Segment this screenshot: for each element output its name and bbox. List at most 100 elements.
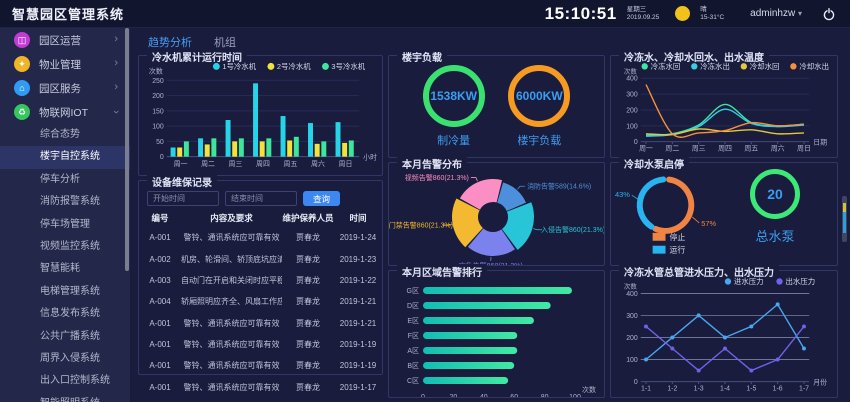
- sidebar-item-公共广播系统[interactable]: 公共广播系统: [0, 326, 130, 348]
- svg-text:周四: 周四: [718, 145, 732, 153]
- svg-text:运行: 运行: [669, 245, 685, 255]
- table-header: 内容及要求: [181, 208, 282, 227]
- svg-text:1-3: 1-3: [694, 386, 704, 393]
- sidebar-group-1[interactable]: ◫园区运营›: [0, 28, 130, 52]
- sidebar-item-出入口控制系统[interactable]: 出入口控制系统: [0, 370, 130, 392]
- svg-text:C区: C区: [407, 377, 419, 385]
- table-cell: 2019-1-19: [334, 355, 382, 376]
- svg-text:门禁告警860(21.3%): 门禁告警860(21.3%): [389, 221, 453, 230]
- svg-text:出水压力: 出水压力: [785, 276, 815, 286]
- svg-text:周五: 周五: [744, 145, 758, 153]
- table-header: 时间: [334, 208, 382, 227]
- svg-text:B区: B区: [407, 362, 419, 370]
- sidebar-item-楼宇自控系统[interactable]: 楼宇自控系统: [0, 146, 130, 168]
- total-pumps-value: 20: [767, 186, 783, 202]
- svg-text:43%: 43%: [615, 190, 630, 199]
- app-window: 智慧园区管理系统 15:10:51 星期三 2019.09.25 晴 15-31…: [0, 0, 850, 402]
- svg-text:停止: 停止: [669, 232, 685, 242]
- svg-text:1-6: 1-6: [773, 386, 783, 393]
- sidebar-group-label: 园区运营: [39, 33, 114, 48]
- date-block: 星期三 2019.09.25: [627, 6, 660, 21]
- svg-text:1-7: 1-7: [799, 386, 809, 393]
- sidebar-item-智能照明系统[interactable]: 智能照明系统: [0, 393, 130, 402]
- building-load-gauge: 6000KW 楼宇负载: [508, 65, 570, 148]
- user-menu[interactable]: adminhzw ▾: [750, 8, 802, 19]
- chevron-right-icon: ›: [114, 57, 118, 69]
- svg-text:周一: 周一: [174, 160, 188, 168]
- svg-text:80: 80: [541, 394, 549, 397]
- table-cell: 2019-1-24: [334, 227, 382, 248]
- svg-text:视频告警860(21.3%): 视频告警860(21.3%): [405, 173, 469, 182]
- sidebar-item-停车场管理[interactable]: 停车场管理: [0, 214, 130, 236]
- panel-title: 设备维保记录: [147, 174, 217, 189]
- table-cell: 贾春龙: [282, 291, 334, 312]
- svg-text:100: 100: [152, 124, 164, 131]
- sidebar-group-3[interactable]: ⌂园区服务›: [0, 76, 130, 100]
- table-row: A-001警铃、通讯系统应可靠有效贾春龙2019-1-19: [139, 355, 382, 376]
- svg-text:周三: 周三: [229, 160, 243, 168]
- svg-text:100: 100: [626, 357, 638, 364]
- page-scrollbar[interactable]: [842, 196, 847, 242]
- table-cell: 警铃、通讯系统应可靠有效: [181, 377, 282, 398]
- table-cell: 警铃、通讯系统应可靠有效: [181, 355, 282, 376]
- sidebar-group-2[interactable]: ✦物业管理›: [0, 52, 130, 76]
- svg-text:进水压力: 进水压力: [734, 276, 764, 286]
- clock: 15:10:51: [545, 4, 617, 24]
- table-cell: 贾春龙: [282, 377, 334, 398]
- table-row: A-001警铃、通讯系统应可靠有效贾春龙2019-1-19: [139, 334, 382, 355]
- end-time-input[interactable]: [225, 191, 297, 206]
- username: adminhzw: [750, 8, 795, 19]
- svg-text:300: 300: [626, 92, 638, 99]
- sidebar-group-4[interactable]: ♻物联网IOT›: [0, 100, 130, 124]
- sidebar-item-消防报警系统[interactable]: 消防报警系统: [0, 191, 130, 213]
- panel-alarm-distribution: 本月告警分布 消防告警589(14.6%)入侵告警860(21.3%)应急告警8…: [388, 162, 605, 266]
- table-cell: 轿厢照明应齐全、风扇工作应正常: [181, 291, 282, 312]
- table-row: A-001警铃、通讯系统应可靠有效贾春龙2019-1-17: [139, 377, 382, 398]
- search-button[interactable]: 查询: [303, 191, 340, 206]
- sidebar-item-信息发布系统[interactable]: 信息发布系统: [0, 303, 130, 325]
- gauge-label: 楼宇负载: [517, 132, 561, 148]
- gauge-value: 1538KW: [430, 89, 477, 103]
- panel-water-temperature: 冷冻水、冷却水回水、出水温度 冷冻水回冷冻水出冷却水回冷却水出次数0100200…: [610, 55, 838, 158]
- svg-text:周二: 周二: [665, 145, 679, 153]
- svg-text:1-2: 1-2: [667, 386, 677, 393]
- table-cell: 贾春龙: [282, 248, 334, 269]
- table-cell: A-004: [139, 291, 181, 312]
- sidebar-scrollbar[interactable]: [125, 28, 129, 271]
- table-cell: 贾春龙: [282, 227, 334, 248]
- svg-text:200: 200: [626, 107, 638, 114]
- panel-maintenance-records: 设备维保记录 查询 编号内容及要求维护保养人员时间 A-001警铃、通讯系统应可…: [138, 180, 383, 375]
- sidebar-item-视频监控系统[interactable]: 视频监控系统: [0, 236, 130, 258]
- svg-text:1-5: 1-5: [746, 386, 756, 393]
- panel-chiller-runtime: 冷水机累计运行时间 1号冷水机2号冷水机3号冷水机次数0501001502002…: [138, 55, 383, 176]
- sidebar-item-综合态势[interactable]: 综合态势: [0, 124, 130, 146]
- table-row: A-003自动门在开启和关闭时应平稳无震荡贾春龙2019-1-22: [139, 270, 382, 291]
- svg-text:0: 0: [421, 394, 425, 397]
- table-cell: 2019-1-19: [334, 334, 382, 355]
- table-cell: A-001: [139, 313, 181, 334]
- svg-text:A区: A区: [407, 347, 419, 355]
- svg-text:400: 400: [626, 76, 638, 83]
- sidebar-item-智慧能耗[interactable]: 智慧能耗: [0, 258, 130, 280]
- svg-text:次数: 次数: [582, 385, 596, 394]
- svg-text:周日: 周日: [339, 160, 353, 168]
- table-cell: 警铃、通讯系统应可靠有效: [181, 227, 282, 248]
- start-time-input[interactable]: [147, 191, 219, 206]
- table-cell: A-001: [139, 227, 181, 248]
- alarm-ranking-bar-chart: G区D区E区F区A区B区C区020406080100次数: [389, 271, 604, 397]
- svg-text:周日: 周日: [797, 145, 811, 153]
- date: 2019.09.25: [627, 14, 660, 21]
- power-button[interactable]: [822, 7, 836, 21]
- app-title: 智慧园区管理系统: [12, 4, 124, 23]
- table-cell: A-001: [139, 355, 181, 376]
- svg-text:200: 200: [152, 93, 164, 100]
- svg-text:冷冻水回: 冷冻水回: [651, 61, 681, 71]
- svg-text:3号冷水机: 3号冷水机: [331, 61, 365, 71]
- sidebar-item-周界入侵系统[interactable]: 周界入侵系统: [0, 348, 130, 370]
- table-cell: A-001: [139, 377, 181, 398]
- sidebar-item-停车分析[interactable]: 停车分析: [0, 169, 130, 191]
- svg-text:小时: 小时: [363, 153, 377, 162]
- table-cell: 2019-1-23: [334, 248, 382, 269]
- sidebar-item-电梯管理系统[interactable]: 电梯管理系统: [0, 281, 130, 303]
- svg-text:100: 100: [569, 394, 581, 397]
